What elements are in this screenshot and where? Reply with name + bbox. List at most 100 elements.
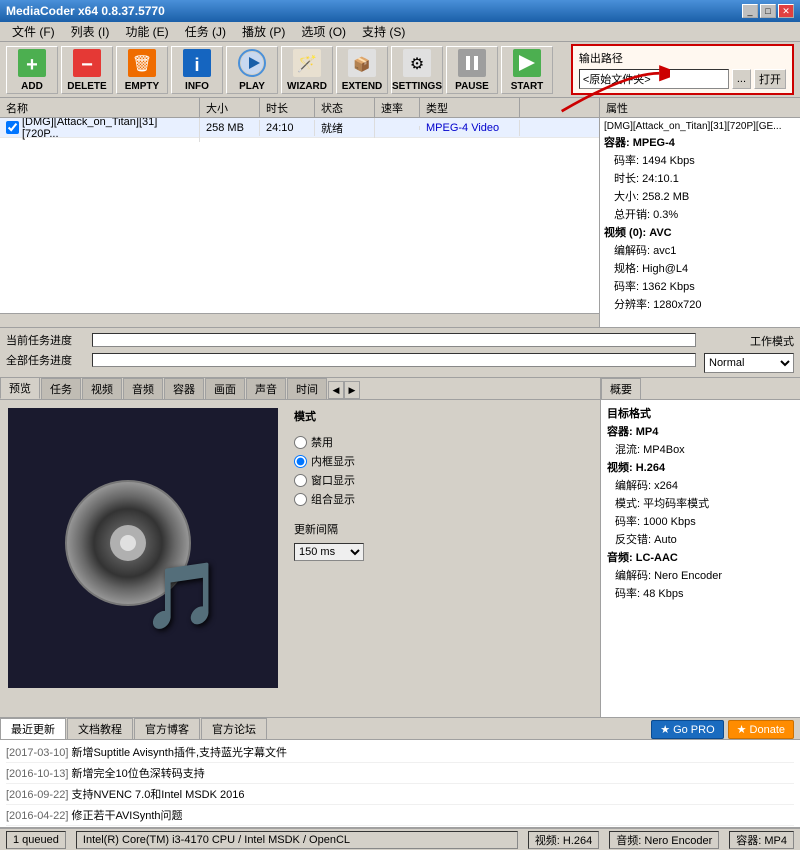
summary-item: 编解码: x264 — [605, 476, 796, 494]
maximize-button[interactable]: □ — [760, 4, 776, 18]
output-path-label: 输出路径 — [579, 50, 786, 66]
tabs-section: 预览 任务 视频 音频 容器 画面 声音 时间 ◀ ▶ — [0, 378, 800, 718]
tab-video[interactable]: 视频 — [82, 378, 122, 399]
summary-item: 音频: LC-AAC — [605, 548, 796, 566]
mode-disabled-radio[interactable] — [294, 436, 307, 449]
status-bar: 1 queued Intel(R) Core(TM) i3-4170 CPU /… — [0, 828, 800, 850]
menu-options[interactable]: 选项 (O) — [293, 21, 354, 42]
interval-select[interactable]: 150 ms 50 ms 100 ms 200 ms 500 ms — [294, 543, 364, 561]
mode-title: 模式 — [294, 408, 364, 424]
file-list-header: 名称 大小 时长 状态 速率 类型 — [0, 98, 599, 118]
table-row[interactable]: [DMG][Attack_on_Titan][31][720P... 258 M… — [0, 118, 599, 138]
status-cpu: Intel(R) Core(TM) i3-4170 CPU / Intel MS… — [76, 831, 518, 849]
play-icon — [236, 47, 268, 79]
tab-time[interactable]: 时间 — [287, 378, 327, 399]
news-content: [2017-03-10] 新增Suptitle Avisynth插件,支持蓝光字… — [0, 740, 800, 827]
status-audio: 音频: Nero Encoder — [609, 831, 719, 849]
summary-item: 码率: 48 Kbps — [605, 584, 796, 602]
svg-text:−: − — [81, 54, 93, 76]
properties-title: 属性 — [606, 100, 628, 116]
properties-panel: 属性 [DMG][Attack_on_Titan][31][720P][GE..… — [600, 98, 800, 327]
work-mode-select[interactable]: Normal Batch Daemon — [704, 353, 794, 373]
mode-window[interactable]: 窗口显示 — [294, 472, 364, 488]
news-text: 支持NVENC 7.0和Intel MSDK 2016 — [71, 789, 244, 801]
tab-task[interactable]: 任务 — [41, 378, 81, 399]
play-button[interactable]: PLAY — [226, 46, 278, 94]
gopro-button[interactable]: ★ Go PRO — [651, 720, 723, 739]
tab-audio[interactable]: 音频 — [123, 378, 163, 399]
summary-item: 目标格式 — [605, 404, 796, 422]
mode-disabled[interactable]: 禁用 — [294, 434, 364, 450]
interval-label: 更新间隔 — [294, 521, 338, 537]
prop-item: 大小: 258.2 MB — [602, 187, 798, 205]
app-title: MediaCoder x64 0.8.37.5770 — [6, 4, 165, 18]
window-controls: _ □ ✕ — [742, 4, 794, 18]
summary-item: 容器: MP4 — [605, 422, 796, 440]
horizontal-scrollbar[interactable] — [0, 313, 599, 327]
col-header-name: 名称 — [0, 98, 200, 117]
close-button[interactable]: ✕ — [778, 4, 794, 18]
work-mode-label: 工作模式 — [750, 333, 794, 349]
tab-sound[interactable]: 声音 — [246, 378, 286, 399]
prop-item: 规格: High@L4 — [602, 259, 798, 277]
wizard-icon: 🪄 — [291, 47, 323, 79]
interval-row: 更新间隔 — [294, 521, 364, 537]
tab-container[interactable]: 容器 — [164, 378, 204, 399]
col-header-speed: 速率 — [375, 98, 420, 117]
info-button[interactable]: i INFO — [171, 46, 223, 94]
minimize-button[interactable]: _ — [742, 4, 758, 18]
mode-window-radio[interactable] — [294, 474, 307, 487]
start-icon — [511, 47, 543, 79]
play-label: PLAY — [239, 81, 265, 92]
donate-button[interactable]: ★ Donate — [728, 720, 794, 739]
start-button[interactable]: START — [501, 46, 553, 94]
prop-item: 码率: 1494 Kbps — [602, 151, 798, 169]
toolbar: + ADD − DELETE 🗑 EMPTY i INFO — [0, 42, 800, 98]
file-checkbox[interactable] — [6, 121, 19, 134]
file-list-panel: 名称 大小 时长 状态 速率 类型 [DMG][Attack_on_Titan]… — [0, 98, 600, 327]
cpu-text: Intel(R) Core(TM) i3-4170 CPU / Intel MS… — [83, 834, 350, 846]
svg-text:🪄: 🪄 — [297, 54, 317, 73]
menu-list[interactable]: 列表 (I) — [63, 21, 118, 42]
progress-section: 当前任务进度 全部任务进度 工作模式 Normal Batch Daemon — [0, 328, 800, 378]
list-item: [2017-03-10] 新增Suptitle Avisynth插件,支持蓝光字… — [6, 742, 794, 763]
prop-item: 视频 (0): AVC — [602, 223, 798, 241]
delete-button[interactable]: − DELETE — [61, 46, 113, 94]
mode-internal[interactable]: 内框显示 — [294, 453, 364, 469]
main-content: 名称 大小 时长 状态 速率 类型 [DMG][Attack_on_Titan]… — [0, 98, 800, 328]
tab-nav-left[interactable]: ◀ — [328, 381, 344, 399]
pause-button[interactable]: PAUSE — [446, 46, 498, 94]
tab-nav-right[interactable]: ▶ — [344, 381, 360, 399]
add-button[interactable]: + ADD — [6, 46, 58, 94]
settings-icon: ⚙ — [401, 47, 433, 79]
svg-text:i: i — [194, 55, 199, 75]
empty-button[interactable]: 🗑 EMPTY — [116, 46, 168, 94]
list-item: [2016-10-13] 新增完全10位色深转码支持 — [6, 763, 794, 784]
tab-preview[interactable]: 预览 — [0, 377, 40, 399]
gopro-icon: ★ — [660, 723, 670, 736]
open-folder-button[interactable]: 打开 — [754, 69, 786, 89]
menu-function[interactable]: 功能 (E) — [117, 21, 176, 42]
total-progress-label: 全部任务进度 — [6, 352, 86, 368]
output-path-input[interactable] — [579, 69, 729, 89]
summary-tab-bar: 概要 — [601, 378, 800, 400]
summary-tab[interactable]: 概要 — [601, 378, 641, 399]
mode-internal-radio[interactable] — [294, 455, 307, 468]
mode-combined[interactable]: 组合显示 — [294, 491, 364, 507]
delete-icon: − — [71, 47, 103, 79]
menu-task[interactable]: 任务 (J) — [177, 21, 234, 42]
browse-button[interactable]: ... — [732, 69, 751, 89]
col-header-size: 大小 — [200, 98, 260, 117]
extend-button[interactable]: 📦 EXTEND — [336, 46, 388, 94]
mode-combined-radio[interactable] — [294, 493, 307, 506]
tab-picture[interactable]: 画面 — [205, 378, 245, 399]
news-text: 新增Suptitle Avisynth插件,支持蓝光字幕文件 — [71, 747, 287, 759]
container-text: 容器: MP4 — [736, 832, 787, 848]
menu-play[interactable]: 播放 (P) — [234, 21, 293, 42]
menu-file[interactable]: 文件 (F) — [4, 21, 63, 42]
wizard-button[interactable]: 🪄 WIZARD — [281, 46, 333, 94]
menu-support[interactable]: 支持 (S) — [354, 21, 413, 42]
settings-button[interactable]: ⚙ SETTINGS — [391, 46, 443, 94]
progress-right: 工作模式 Normal Batch Daemon — [704, 332, 794, 373]
extend-label: EXTEND — [342, 81, 383, 92]
